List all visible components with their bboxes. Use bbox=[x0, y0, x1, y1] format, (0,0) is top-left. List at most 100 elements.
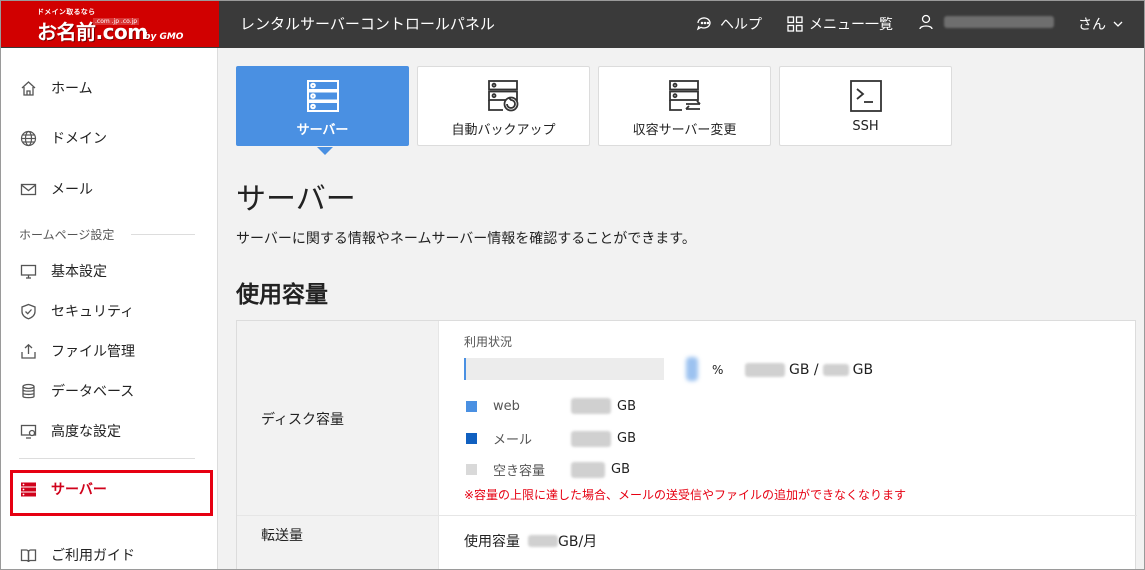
legend-mail: メール GB bbox=[466, 429, 636, 448]
tab-auto-backup-label: 自動バックアップ bbox=[451, 123, 556, 138]
capacity-warning: ※容量の上限に達した場合、メールの送受信やファイルの追加ができなくなります bbox=[464, 488, 907, 502]
chevron-down-icon bbox=[1113, 21, 1123, 27]
transfer-label: 転送量 bbox=[261, 528, 303, 544]
sidebar: ホーム ドメイン メール ホームページ設定 基本設定 セキュリティ ファイル管理 bbox=[1, 48, 218, 569]
page-title: サーバー bbox=[236, 182, 356, 217]
logo-brand: by GMO bbox=[144, 32, 184, 42]
percent-symbol: % bbox=[712, 363, 724, 377]
sidebar-item-advanced-settings[interactable]: 高度な設定 bbox=[19, 421, 121, 441]
logo-domains: .com .jp .co.jp bbox=[93, 18, 140, 25]
legend-unit-free: GB bbox=[611, 462, 630, 477]
free-gb-redacted bbox=[571, 461, 605, 478]
sidebar-label-advanced-settings: 高度な設定 bbox=[51, 424, 121, 440]
tab-ssh[interactable]: SSH bbox=[779, 66, 952, 146]
legend-web: web GB bbox=[466, 398, 636, 414]
sidebar-label-security: セキュリティ bbox=[51, 304, 135, 320]
menu-list-label: メニュー一覧 bbox=[809, 17, 893, 33]
tab-server-change[interactable]: 収容サーバー変更 bbox=[598, 66, 771, 146]
usage-section-title: 使用容量 bbox=[236, 282, 328, 308]
tab-auto-backup[interactable]: 自動バックアップ bbox=[417, 66, 590, 146]
tab-server-change-label: 収容サーバー変更 bbox=[632, 123, 737, 138]
tab-server[interactable]: サーバー bbox=[236, 66, 409, 155]
help-link[interactable]: ヘルプ bbox=[696, 14, 762, 34]
server-icon bbox=[19, 480, 37, 498]
monitor-icon bbox=[19, 262, 37, 280]
sidebar-label-mail: メール bbox=[51, 182, 93, 198]
legend-swatch-free bbox=[466, 464, 477, 475]
grid-icon bbox=[787, 16, 803, 32]
sidebar-section-homepage-settings: ホームページ設定 bbox=[19, 228, 115, 242]
sidebar-item-domain[interactable]: ドメイン bbox=[19, 128, 107, 148]
book-icon bbox=[19, 546, 37, 564]
menu-list-link[interactable]: メニュー一覧 bbox=[787, 14, 893, 34]
mail-icon bbox=[19, 180, 37, 198]
sidebar-label-server: サーバー bbox=[51, 482, 107, 498]
terminal-icon bbox=[849, 79, 883, 113]
upload-icon bbox=[19, 342, 37, 360]
disk-usage-bar bbox=[464, 358, 664, 380]
page-description: サーバーに関する情報やネームサーバー情報を確認することができます。 bbox=[236, 231, 696, 247]
legend-free: 空き容量 GB bbox=[466, 460, 630, 479]
legend-swatch-web bbox=[466, 400, 477, 412]
tab-active-arrow bbox=[317, 147, 333, 155]
tab-server-label: サーバー bbox=[296, 123, 349, 138]
disk-capacity-label: ディスク容量 bbox=[261, 412, 345, 428]
transfer-unit: GB/月 bbox=[558, 534, 598, 550]
used-gb-redacted bbox=[745, 363, 785, 377]
usage-panel: ディスク容量 転送量 利用状況 % GB / GB web GB メール GB … bbox=[236, 320, 1137, 570]
server-icon bbox=[306, 79, 340, 113]
sidebar-item-server[interactable]: サーバー bbox=[19, 479, 107, 499]
home-icon bbox=[19, 79, 37, 97]
sidebar-label-domain: ドメイン bbox=[51, 131, 107, 147]
top-header: ドメイン取るなら お名前.com .com .jp .co.jp by GMO … bbox=[0, 0, 1145, 48]
usage-total: GB / GB bbox=[745, 362, 873, 378]
sidebar-label-basic-settings: 基本設定 bbox=[51, 264, 107, 280]
server-transfer-icon bbox=[668, 79, 702, 113]
sidebar-item-security[interactable]: セキュリティ bbox=[19, 301, 134, 321]
user-menu-toggle[interactable]: さん bbox=[1078, 14, 1124, 34]
user-icon bbox=[919, 14, 933, 30]
sidebar-divider bbox=[19, 458, 195, 459]
usage-percent-redacted bbox=[686, 357, 698, 381]
settings-monitor-icon bbox=[19, 422, 37, 440]
web-gb-redacted bbox=[571, 398, 611, 414]
shield-icon bbox=[19, 302, 37, 320]
help-label: ヘルプ bbox=[720, 17, 762, 33]
legend-name-free: 空き容量 bbox=[493, 464, 546, 479]
header-title: レンタルサーバーコントロールパネル bbox=[240, 15, 495, 33]
disk-row-header: ディスク容量 bbox=[237, 321, 439, 515]
legend-unit-mail: GB bbox=[617, 431, 636, 446]
total-unit: GB bbox=[852, 362, 874, 378]
backup-icon bbox=[487, 79, 521, 113]
transfer-used-label: 使用容量 bbox=[464, 534, 520, 550]
transfer-usage: 使用容量 GB/月 bbox=[464, 531, 597, 551]
database-icon bbox=[19, 382, 37, 400]
sidebar-label-file-manager: ファイル管理 bbox=[51, 344, 135, 360]
sidebar-item-basic-settings[interactable]: 基本設定 bbox=[19, 261, 107, 281]
used-separator: GB / bbox=[789, 362, 819, 378]
sidebar-label-guide: ご利用ガイド bbox=[51, 548, 135, 564]
globe-icon bbox=[19, 129, 37, 147]
sidebar-item-guide[interactable]: ご利用ガイド bbox=[19, 545, 135, 565]
mail-gb-redacted bbox=[571, 430, 611, 447]
total-gb-redacted bbox=[822, 364, 849, 376]
sidebar-label-home: ホーム bbox=[51, 81, 93, 97]
sidebar-item-database[interactable]: データベース bbox=[19, 381, 134, 401]
disk-usage-bar-fill bbox=[464, 358, 466, 380]
legend-swatch-mail bbox=[466, 433, 477, 444]
usage-status-label: 利用状況 bbox=[464, 335, 513, 349]
sidebar-section-divider bbox=[131, 234, 195, 235]
transfer-row-header: 転送量 bbox=[237, 516, 439, 570]
legend-name-web: web bbox=[493, 398, 520, 414]
sidebar-label-database: データベース bbox=[51, 384, 135, 400]
legend-name-mail: メール bbox=[493, 433, 533, 448]
help-chat-icon bbox=[696, 17, 711, 31]
transfer-value-redacted bbox=[528, 535, 558, 547]
legend-unit-web: GB bbox=[617, 398, 636, 414]
sidebar-item-home[interactable]: ホーム bbox=[19, 78, 93, 98]
user-account[interactable] bbox=[918, 14, 1054, 30]
onamae-logo[interactable]: ドメイン取るなら お名前.com .com .jp .co.jp by GMO bbox=[1, 1, 219, 47]
user-suffix: さん bbox=[1078, 17, 1106, 33]
sidebar-item-mail[interactable]: メール bbox=[19, 179, 93, 199]
sidebar-item-file-manager[interactable]: ファイル管理 bbox=[19, 341, 135, 361]
